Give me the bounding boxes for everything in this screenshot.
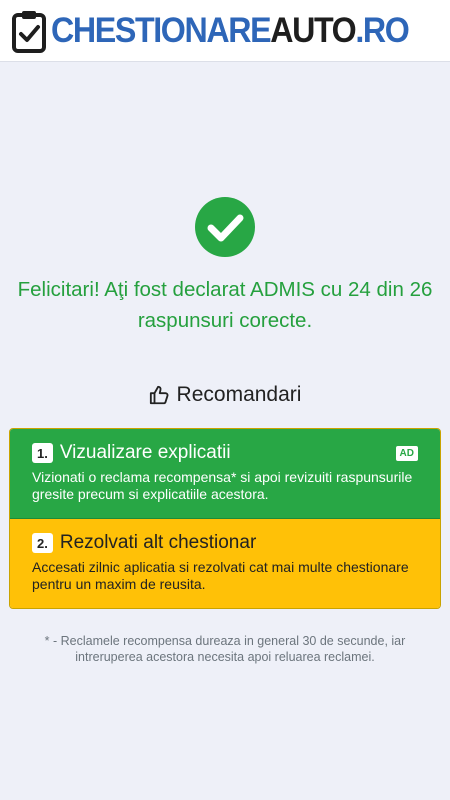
card-title-text: Vizualizare explicatii xyxy=(59,442,231,463)
app-header: CHESTIONAREAUTO.RO xyxy=(0,0,450,62)
card-number: 2. xyxy=(32,533,53,553)
recommendations-heading: Recomandari xyxy=(0,383,450,407)
result-message: Felicitari! Aţi fost declarat ADMIS cu 2… xyxy=(17,278,433,332)
watch-explanations-card[interactable]: 1. Vizualizare explicatii AD Vizionati o… xyxy=(10,429,440,519)
card-title: 1. Vizualizare explicatii xyxy=(32,442,420,464)
clipboard-check-icon xyxy=(11,10,46,53)
card-description: Accesati zilnic aplicatia si rezolvati c… xyxy=(32,559,409,592)
logo: CHESTIONAREAUTO.RO xyxy=(11,9,440,53)
card-description: Vizionati o reclama recompensa* si apoi … xyxy=(32,469,413,502)
new-quiz-card[interactable]: 2. Rezolvati alt chestionar Accesati zil… xyxy=(10,519,440,608)
ad-badge: AD xyxy=(395,446,418,461)
card-title: 2. Rezolvati alt chestionar xyxy=(32,532,420,554)
footnote: * - Reclamele recompensa dureaza in gene… xyxy=(44,634,406,664)
card-title-text: Rezolvati alt chestionar xyxy=(59,532,257,553)
thumbs-up-icon xyxy=(149,385,168,405)
card-number: 1. xyxy=(32,443,53,463)
recommendations-list: 1. Vizualizare explicatii AD Vizionati o… xyxy=(9,428,441,609)
logo-text: CHESTIONAREAUTO.RO xyxy=(50,11,410,50)
check-circle-icon xyxy=(195,197,255,257)
recommendations-title: Recomandari xyxy=(176,383,302,406)
